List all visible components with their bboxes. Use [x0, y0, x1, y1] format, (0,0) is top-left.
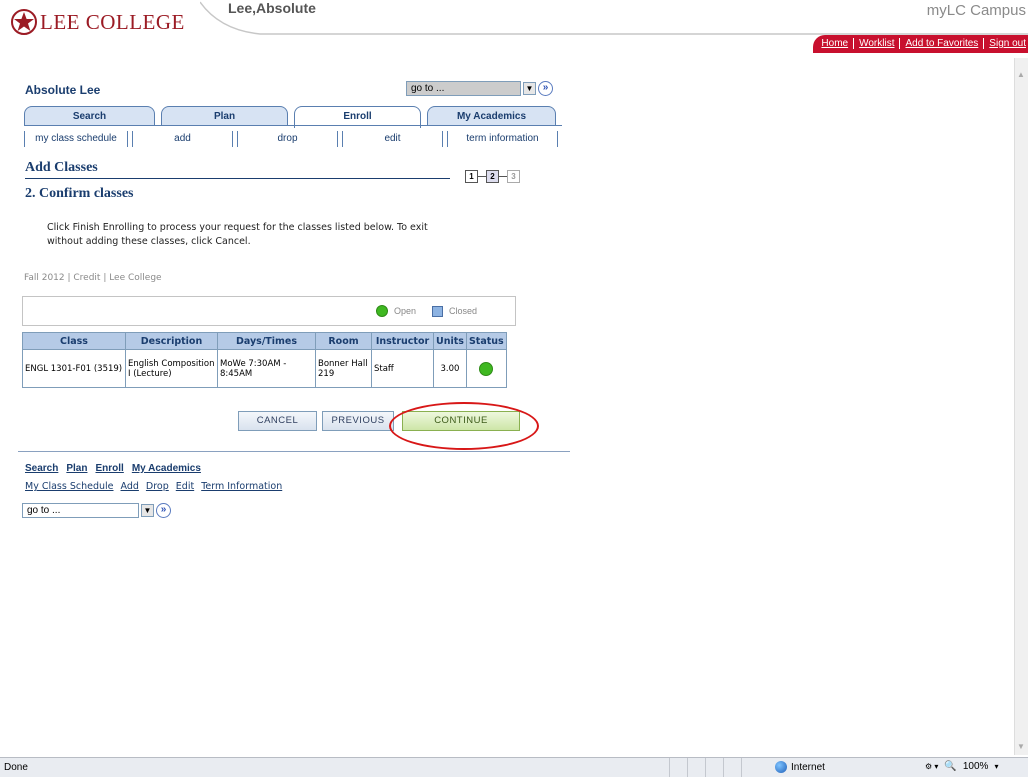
cell-units: 3.00	[433, 349, 467, 388]
chevron-down-icon[interactable]: ▾	[994, 762, 998, 771]
browser-status-bar: Done Internet ⚙ ▾ 🔍 100% ▾	[0, 757, 1028, 777]
col-status: Status	[465, 332, 507, 350]
step-indicator: 1 2 3	[465, 170, 520, 183]
sign-out-link[interactable]: Sign out	[984, 38, 1028, 49]
bottom-link-search[interactable]: Search	[25, 463, 58, 474]
col-class: Class	[22, 332, 126, 350]
sub-tabs: my class schedule add drop edit term inf…	[24, 131, 562, 147]
go-button[interactable]: »	[538, 81, 553, 96]
zoom-magnifier-icon: 🔍	[944, 761, 957, 772]
cell-description: English Composition I (Lecture)	[125, 349, 218, 388]
tab-plan[interactable]: Plan	[161, 106, 288, 126]
tab-search[interactable]: Search	[24, 106, 155, 126]
zone-label: Internet	[791, 761, 825, 773]
college-logo[interactable]: LEE COLLEGE	[10, 8, 185, 36]
step-connector	[499, 176, 507, 177]
campus-title: myLC Campus	[926, 2, 1026, 19]
student-name: Absolute Lee	[25, 83, 101, 97]
star-seal-icon	[11, 9, 37, 35]
status-legend: Open Closed	[22, 296, 516, 326]
bottom-link-drop[interactable]: Drop	[146, 481, 169, 492]
zoom-control[interactable]: ⚙ ▾ 🔍 100% ▾	[925, 761, 998, 772]
step-connector	[478, 176, 486, 177]
subtab-my-class-schedule[interactable]: my class schedule	[24, 131, 128, 147]
status-cells	[669, 758, 759, 777]
cell-class: ENGL 1301-F01 (3519)	[22, 349, 126, 388]
cell-days-times: MoWe 7:30AM - 8:45AM	[217, 349, 316, 388]
logo-text: LEE COLLEGE	[40, 9, 185, 34]
col-days-times: Days/Times	[217, 332, 316, 350]
security-zone[interactable]: Internet	[775, 761, 825, 773]
subtab-term-information[interactable]: term information	[447, 131, 558, 147]
bottom-link-edit[interactable]: Edit	[176, 481, 194, 492]
legend-closed-label: Closed	[448, 306, 477, 316]
subtab-drop[interactable]: drop	[237, 131, 338, 147]
zoom-level: 100%	[962, 761, 989, 772]
go-button-bottom[interactable]: »	[156, 503, 171, 518]
header-links: Home Worklist Add to Favorites Sign out	[816, 38, 1028, 49]
tab-my-academics[interactable]: My Academics	[427, 106, 556, 126]
bottom-link-term-information[interactable]: Term Information	[201, 481, 282, 492]
header-user-name: Lee,Absolute	[228, 0, 316, 16]
home-link[interactable]: Home	[816, 38, 855, 49]
chevron-down-icon[interactable]: ▼	[523, 82, 536, 95]
bottom-link-my-class-schedule[interactable]: My Class Schedule	[25, 481, 114, 492]
globe-icon	[775, 761, 787, 773]
add-to-favorites-link[interactable]: Add to Favorites	[900, 38, 985, 49]
app-header: LEE COLLEGE Lee,Absolute myLC Campus Hom…	[0, 0, 1028, 58]
open-status-icon	[479, 361, 494, 376]
bottom-nav-sub: My Class Schedule Add Drop Edit Term Inf…	[25, 481, 282, 492]
legend-open-label: Open	[393, 306, 416, 316]
worklist-link[interactable]: Worklist	[854, 38, 901, 49]
section-title: 2. Confirm classes	[25, 186, 134, 201]
term-info: Fall 2012 | Credit | Lee College	[24, 273, 162, 283]
goto-top: go to ... ▼ »	[406, 81, 553, 96]
subtab-add[interactable]: add	[132, 131, 233, 147]
header-swoosh	[200, 1, 1028, 35]
cancel-button[interactable]: CANCEL	[238, 411, 317, 431]
goto-select-bottom[interactable]: go to ...	[22, 503, 139, 518]
class-table: Class Description Days/Times Room Instru…	[22, 332, 507, 388]
status-cell	[669, 758, 687, 777]
bottom-nav-main: Search Plan Enroll My Academics	[25, 463, 201, 474]
annotation-highlight-ellipse	[389, 402, 539, 450]
cell-status	[465, 349, 507, 388]
col-instructor: Instructor	[371, 332, 434, 350]
status-cell	[723, 758, 741, 777]
scroll-down-icon[interactable]: ▼	[1017, 742, 1025, 751]
cell-room: Bonner Hall 219	[315, 349, 372, 388]
chevron-down-icon[interactable]: ▼	[141, 504, 154, 517]
page-title: Add Classes	[25, 160, 98, 175]
bottom-link-add[interactable]: Add	[121, 481, 139, 492]
table-header-row: Class Description Days/Times Room Instru…	[22, 332, 507, 350]
subtab-edit[interactable]: edit	[342, 131, 443, 147]
goto-bottom: go to ... ▼ »	[22, 503, 171, 518]
col-description: Description	[125, 332, 218, 350]
col-room: Room	[315, 332, 372, 350]
status-cell	[687, 758, 705, 777]
open-status-icon	[375, 305, 388, 317]
protected-mode-icon: ⚙ ▾	[925, 762, 939, 771]
goto-select[interactable]: go to ...	[406, 81, 521, 96]
instructions-text: Click Finish Enrolling to process your r…	[47, 222, 428, 247]
closed-status-icon	[431, 305, 443, 317]
step-1: 1	[465, 170, 478, 183]
title-underline	[25, 178, 450, 179]
status-cell	[705, 758, 723, 777]
tab-divider	[24, 125, 562, 126]
cell-instructor: Staff	[371, 349, 434, 388]
divider	[18, 451, 570, 452]
bottom-link-my-academics[interactable]: My Academics	[132, 463, 201, 474]
table-row: ENGL 1301-F01 (3519) English Composition…	[22, 349, 507, 388]
previous-button[interactable]: PREVIOUS	[322, 411, 394, 431]
scroll-up-icon[interactable]: ▲	[1017, 70, 1025, 79]
status-text: Done	[4, 762, 28, 773]
step-3: 3	[507, 170, 520, 183]
bottom-link-enroll[interactable]: Enroll	[95, 463, 123, 474]
vertical-scrollbar[interactable]: ▲ ▼	[1014, 58, 1028, 755]
col-units: Units	[433, 332, 467, 350]
bottom-link-plan[interactable]: Plan	[66, 463, 87, 474]
step-2-current: 2	[486, 170, 499, 183]
status-cell	[741, 758, 759, 777]
